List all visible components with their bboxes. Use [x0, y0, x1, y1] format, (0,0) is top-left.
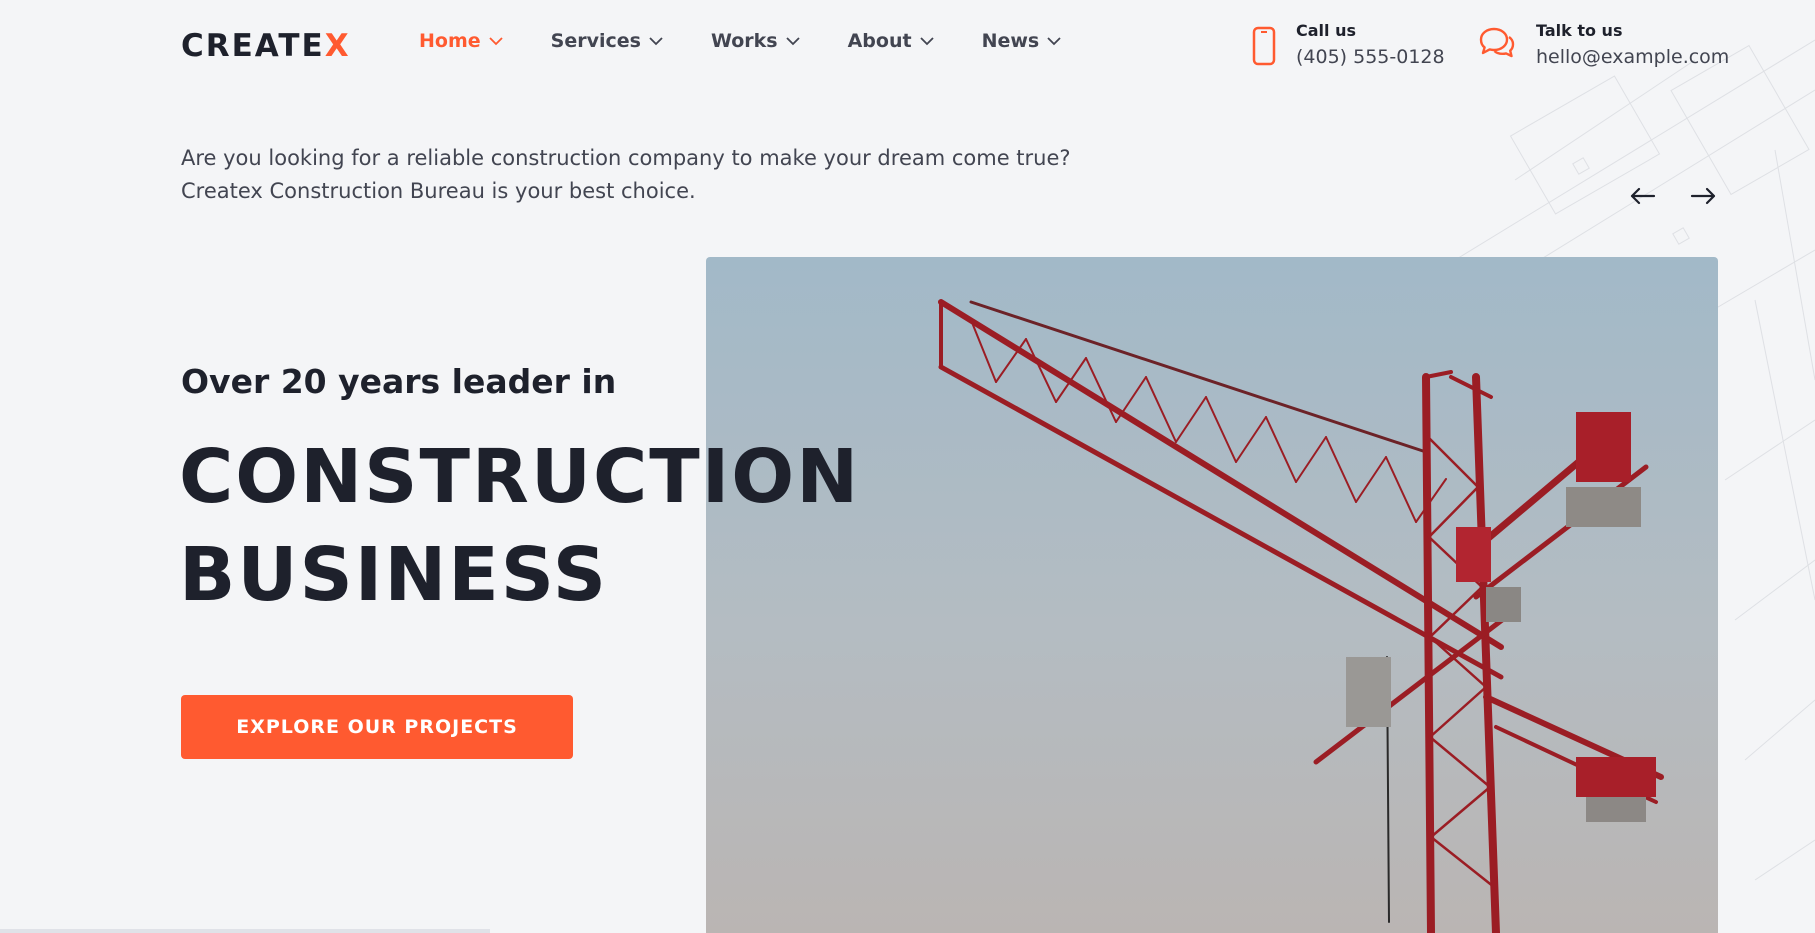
- nav-item-news[interactable]: News: [982, 30, 1062, 52]
- hero-title: CONSTRUCTION BUSINESS: [179, 428, 860, 624]
- nav-item-works[interactable]: Works: [711, 30, 800, 52]
- contact-email[interactable]: Talk to us hello@example.com: [1478, 20, 1729, 72]
- nav-item-label: About: [847, 30, 912, 52]
- divider: [0, 929, 490, 933]
- nav-item-label: Works: [710, 30, 778, 52]
- arrow-right-icon[interactable]: [1687, 180, 1719, 212]
- intro-line: Createx Construction Bureau is your best…: [181, 179, 696, 203]
- chevron-down-icon: [489, 36, 503, 45]
- chevron-down-icon: [649, 36, 663, 45]
- hero-title-line: BUSINESS: [179, 532, 609, 618]
- main-nav: Home Services Works About News: [419, 30, 1109, 52]
- explore-projects-button[interactable]: EXPLORE OUR PROJECTS: [181, 695, 573, 759]
- logo[interactable]: CREATE X: [181, 28, 351, 64]
- contact-title: Call us: [1296, 21, 1356, 40]
- phone-number[interactable]: (405) 555-0128: [1296, 42, 1445, 72]
- nav-item-label: News: [981, 30, 1040, 52]
- nav-item-label: Home: [419, 30, 481, 52]
- slider-controls: [1627, 180, 1747, 212]
- logo-text: CREATE: [181, 28, 325, 64]
- chevron-down-icon: [1047, 36, 1061, 45]
- nav-item-about[interactable]: About: [848, 30, 934, 52]
- intro-line: Are you looking for a reliable construct…: [181, 146, 1071, 170]
- nav-item-services[interactable]: Services: [551, 30, 663, 52]
- nav-item-home[interactable]: Home: [419, 30, 503, 52]
- hero-title-line: CONSTRUCTION: [179, 434, 861, 520]
- intro-text: Are you looking for a reliable construct…: [181, 142, 1081, 208]
- hero-subtitle: Over 20 years leader in: [181, 362, 617, 401]
- chevron-down-icon: [919, 36, 934, 45]
- email-address[interactable]: hello@example.com: [1536, 42, 1729, 72]
- chat-icon: [1479, 27, 1515, 58]
- phone-icon: [1252, 26, 1276, 66]
- contact-phone[interactable]: Call us (405) 555-0128: [1252, 20, 1445, 72]
- arrow-left-icon[interactable]: [1627, 180, 1659, 212]
- chevron-down-icon: [785, 36, 800, 45]
- nav-item-label: Services: [550, 30, 641, 52]
- logo-accent: X: [324, 28, 351, 64]
- contact-title: Talk to us: [1536, 21, 1623, 40]
- site-header: CREATEX Home Services Works About News: [0, 0, 1815, 92]
